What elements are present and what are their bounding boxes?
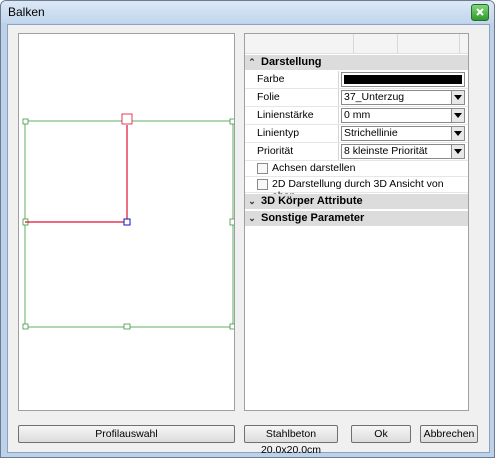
- section-sonstige[interactable]: ⌄ Sonstige Parameter: [245, 211, 468, 226]
- close-button[interactable]: [471, 4, 489, 21]
- profilauswahl-button[interactable]: Profilauswahl: [18, 425, 235, 443]
- handle-bottom-right[interactable]: [229, 323, 234, 330]
- dropdown-arrow-icon[interactable]: [451, 127, 464, 140]
- profile-preview-canvas[interactable]: [18, 33, 235, 411]
- property-row-prioritaet: Priorität 8 kleinste Priorität: [245, 143, 468, 161]
- properties-header: [245, 34, 468, 54]
- abbrechen-button[interactable]: Abbrechen: [420, 425, 478, 443]
- linienstaerke-dropdown[interactable]: 0 mm: [341, 108, 465, 123]
- close-icon: [476, 8, 484, 16]
- handle-bottom-left[interactable]: [22, 323, 29, 330]
- profile-preview-drawing: [22, 113, 234, 330]
- section-3d-koerper[interactable]: ⌄ 3D Körper Attribute: [245, 194, 468, 209]
- property-row-farbe: Farbe: [245, 71, 468, 89]
- dropdown-arrow-icon[interactable]: [451, 109, 464, 122]
- color-field[interactable]: [341, 72, 465, 87]
- 2d-darstellung-checkbox[interactable]: [257, 179, 268, 190]
- checkbox-row-2d-darstellung[interactable]: 2D Darstellung durch 3D Ansicht von oben: [245, 177, 468, 202]
- expand-down-icon: ⌄: [248, 213, 256, 223]
- handle-mid-right[interactable]: [229, 218, 234, 226]
- property-row-linienstaerke: Linienstärke 0 mm: [245, 107, 468, 125]
- achsen-checkbox[interactable]: [257, 163, 268, 174]
- expand-down-icon: ⌄: [248, 196, 256, 206]
- beam-top-handle[interactable]: [121, 113, 133, 125]
- collapse-up-icon: ⌃: [248, 57, 256, 67]
- handle-top-left[interactable]: [22, 118, 29, 125]
- folie-dropdown[interactable]: 37_Unterzug: [341, 90, 465, 105]
- properties-panel: ⌃ Darstellung Farbe Folie 37_Unterzug Li…: [244, 33, 469, 411]
- window-title: Balken: [8, 5, 45, 19]
- dropdown-arrow-icon[interactable]: [451, 145, 464, 158]
- section-darstellung[interactable]: ⌃ Darstellung: [245, 55, 468, 70]
- property-row-folie: Folie 37_Unterzug: [245, 89, 468, 107]
- handle-top-right[interactable]: [229, 118, 234, 125]
- checkbox-row-achsen[interactable]: Achsen darstellen: [245, 161, 468, 177]
- handle-mid-bottom[interactable]: [123, 323, 131, 330]
- dropdown-arrow-icon[interactable]: [451, 91, 464, 104]
- color-swatch: [344, 75, 462, 84]
- property-row-linientyp: Linientyp Strichellinie: [245, 125, 468, 143]
- dialog-body: ⌃ Darstellung Farbe Folie 37_Unterzug Li…: [7, 24, 490, 456]
- ok-button[interactable]: Ok: [351, 425, 411, 443]
- title-bar[interactable]: Balken: [1, 1, 494, 23]
- insertion-point-marker[interactable]: [123, 218, 131, 226]
- dialog-window: Balken ⌃ Darstellung Farbe Folie 37_Unte…: [0, 0, 495, 458]
- linientyp-dropdown[interactable]: Strichellinie: [341, 126, 465, 141]
- prioritaet-dropdown[interactable]: 8 kleinste Priorität: [341, 144, 465, 159]
- profile-select-button[interactable]: Stahlbeton 20.0x20.0cm: [244, 425, 338, 456]
